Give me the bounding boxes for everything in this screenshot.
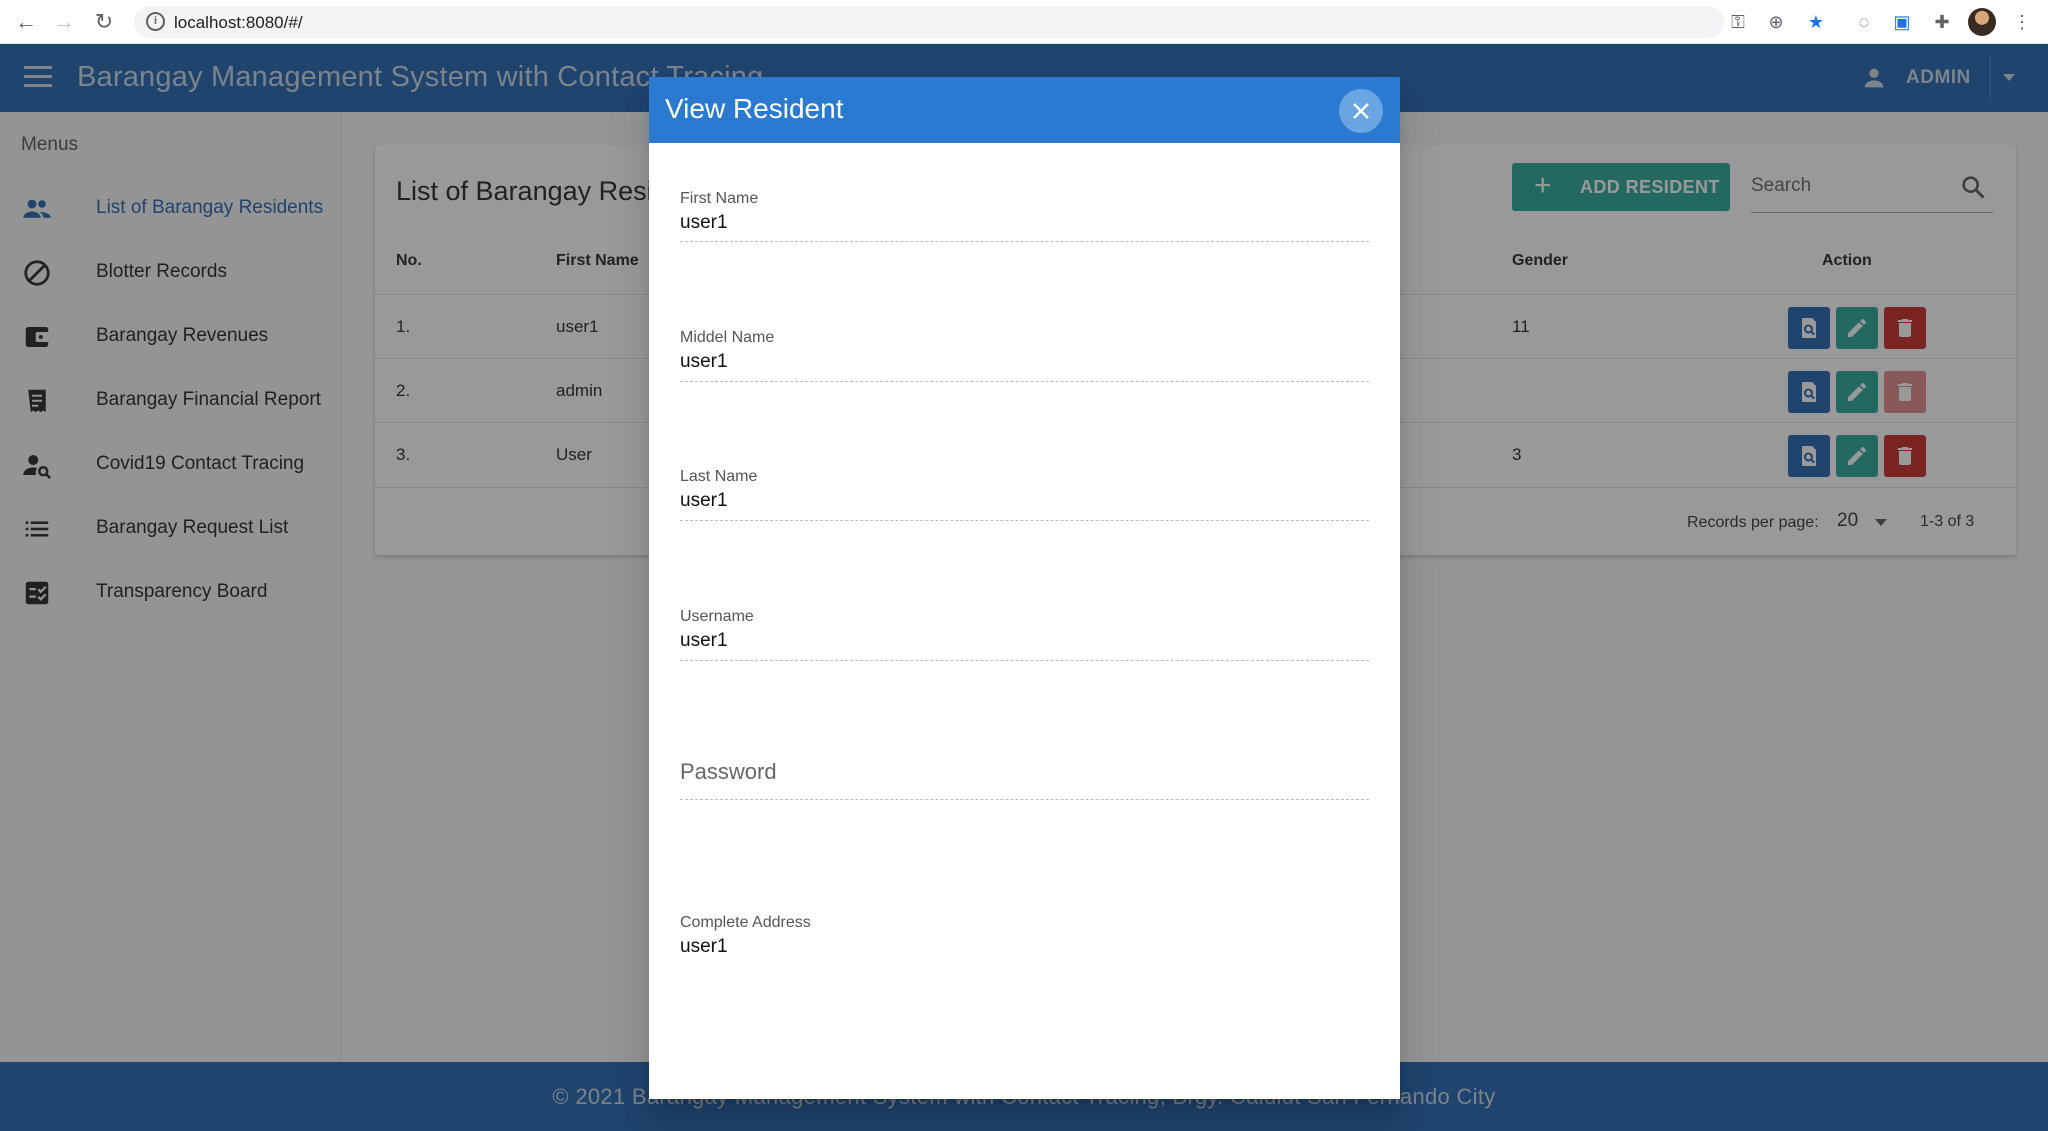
- address-bar[interactable]: i localhost:8080/#/: [134, 6, 1724, 38]
- reload-icon[interactable]: ↻: [90, 8, 118, 36]
- extension-circle-icon[interactable]: ◌: [1852, 10, 1876, 34]
- field-value[interactable]: user1: [680, 936, 728, 958]
- field-label: Last Name: [680, 468, 758, 485]
- puzzle-icon[interactable]: ✚: [1930, 10, 1954, 34]
- browser-toolbar: ← → ↻ i localhost:8080/#/ ⚿ ⊕ ★ ◌ ▣ ✚ ⋮: [0, 0, 2048, 44]
- close-icon: [1353, 103, 1369, 119]
- profile-avatar[interactable]: [1968, 8, 1996, 36]
- bookmark-star-icon[interactable]: ★: [1804, 10, 1828, 34]
- key-icon[interactable]: ⚿: [1726, 10, 1750, 34]
- translate-icon[interactable]: ▣: [1890, 10, 1914, 34]
- url-text[interactable]: localhost:8080/#/: [174, 13, 303, 33]
- field-label: First Name: [680, 190, 759, 207]
- dialog-title: View Resident: [665, 93, 844, 124]
- complete-address-field[interactable]: Complete Address user1: [680, 914, 1369, 958]
- last-name-field[interactable]: Last Name user1: [680, 468, 1369, 521]
- back-arrow-icon[interactable]: ←: [12, 8, 40, 36]
- close-button[interactable]: [1339, 89, 1383, 133]
- field-label: Password: [680, 759, 777, 784]
- field-label: Middel Name: [680, 329, 775, 346]
- dialog-header: View Resident: [649, 77, 1400, 143]
- first-name-field[interactable]: First Name user1: [680, 190, 1369, 242]
- middle-name-field[interactable]: Middel Name user1: [680, 329, 1369, 382]
- field-label: Complete Address: [680, 914, 811, 931]
- zoom-icon[interactable]: ⊕: [1764, 10, 1788, 34]
- view-resident-dialog: View Resident First Name user1 Middel Na…: [649, 77, 1400, 1099]
- field-label: Username: [680, 608, 754, 625]
- forward-arrow-icon[interactable]: →: [50, 8, 78, 36]
- field-value[interactable]: user1: [680, 490, 728, 512]
- info-icon[interactable]: i: [146, 12, 165, 31]
- more-vert-icon[interactable]: ⋮: [2010, 10, 2034, 34]
- field-value[interactable]: user1: [680, 351, 728, 373]
- username-field[interactable]: Username user1: [680, 608, 1369, 661]
- field-value[interactable]: user1: [680, 212, 728, 234]
- password-field[interactable]: Password: [680, 759, 1369, 800]
- field-value[interactable]: user1: [680, 630, 728, 652]
